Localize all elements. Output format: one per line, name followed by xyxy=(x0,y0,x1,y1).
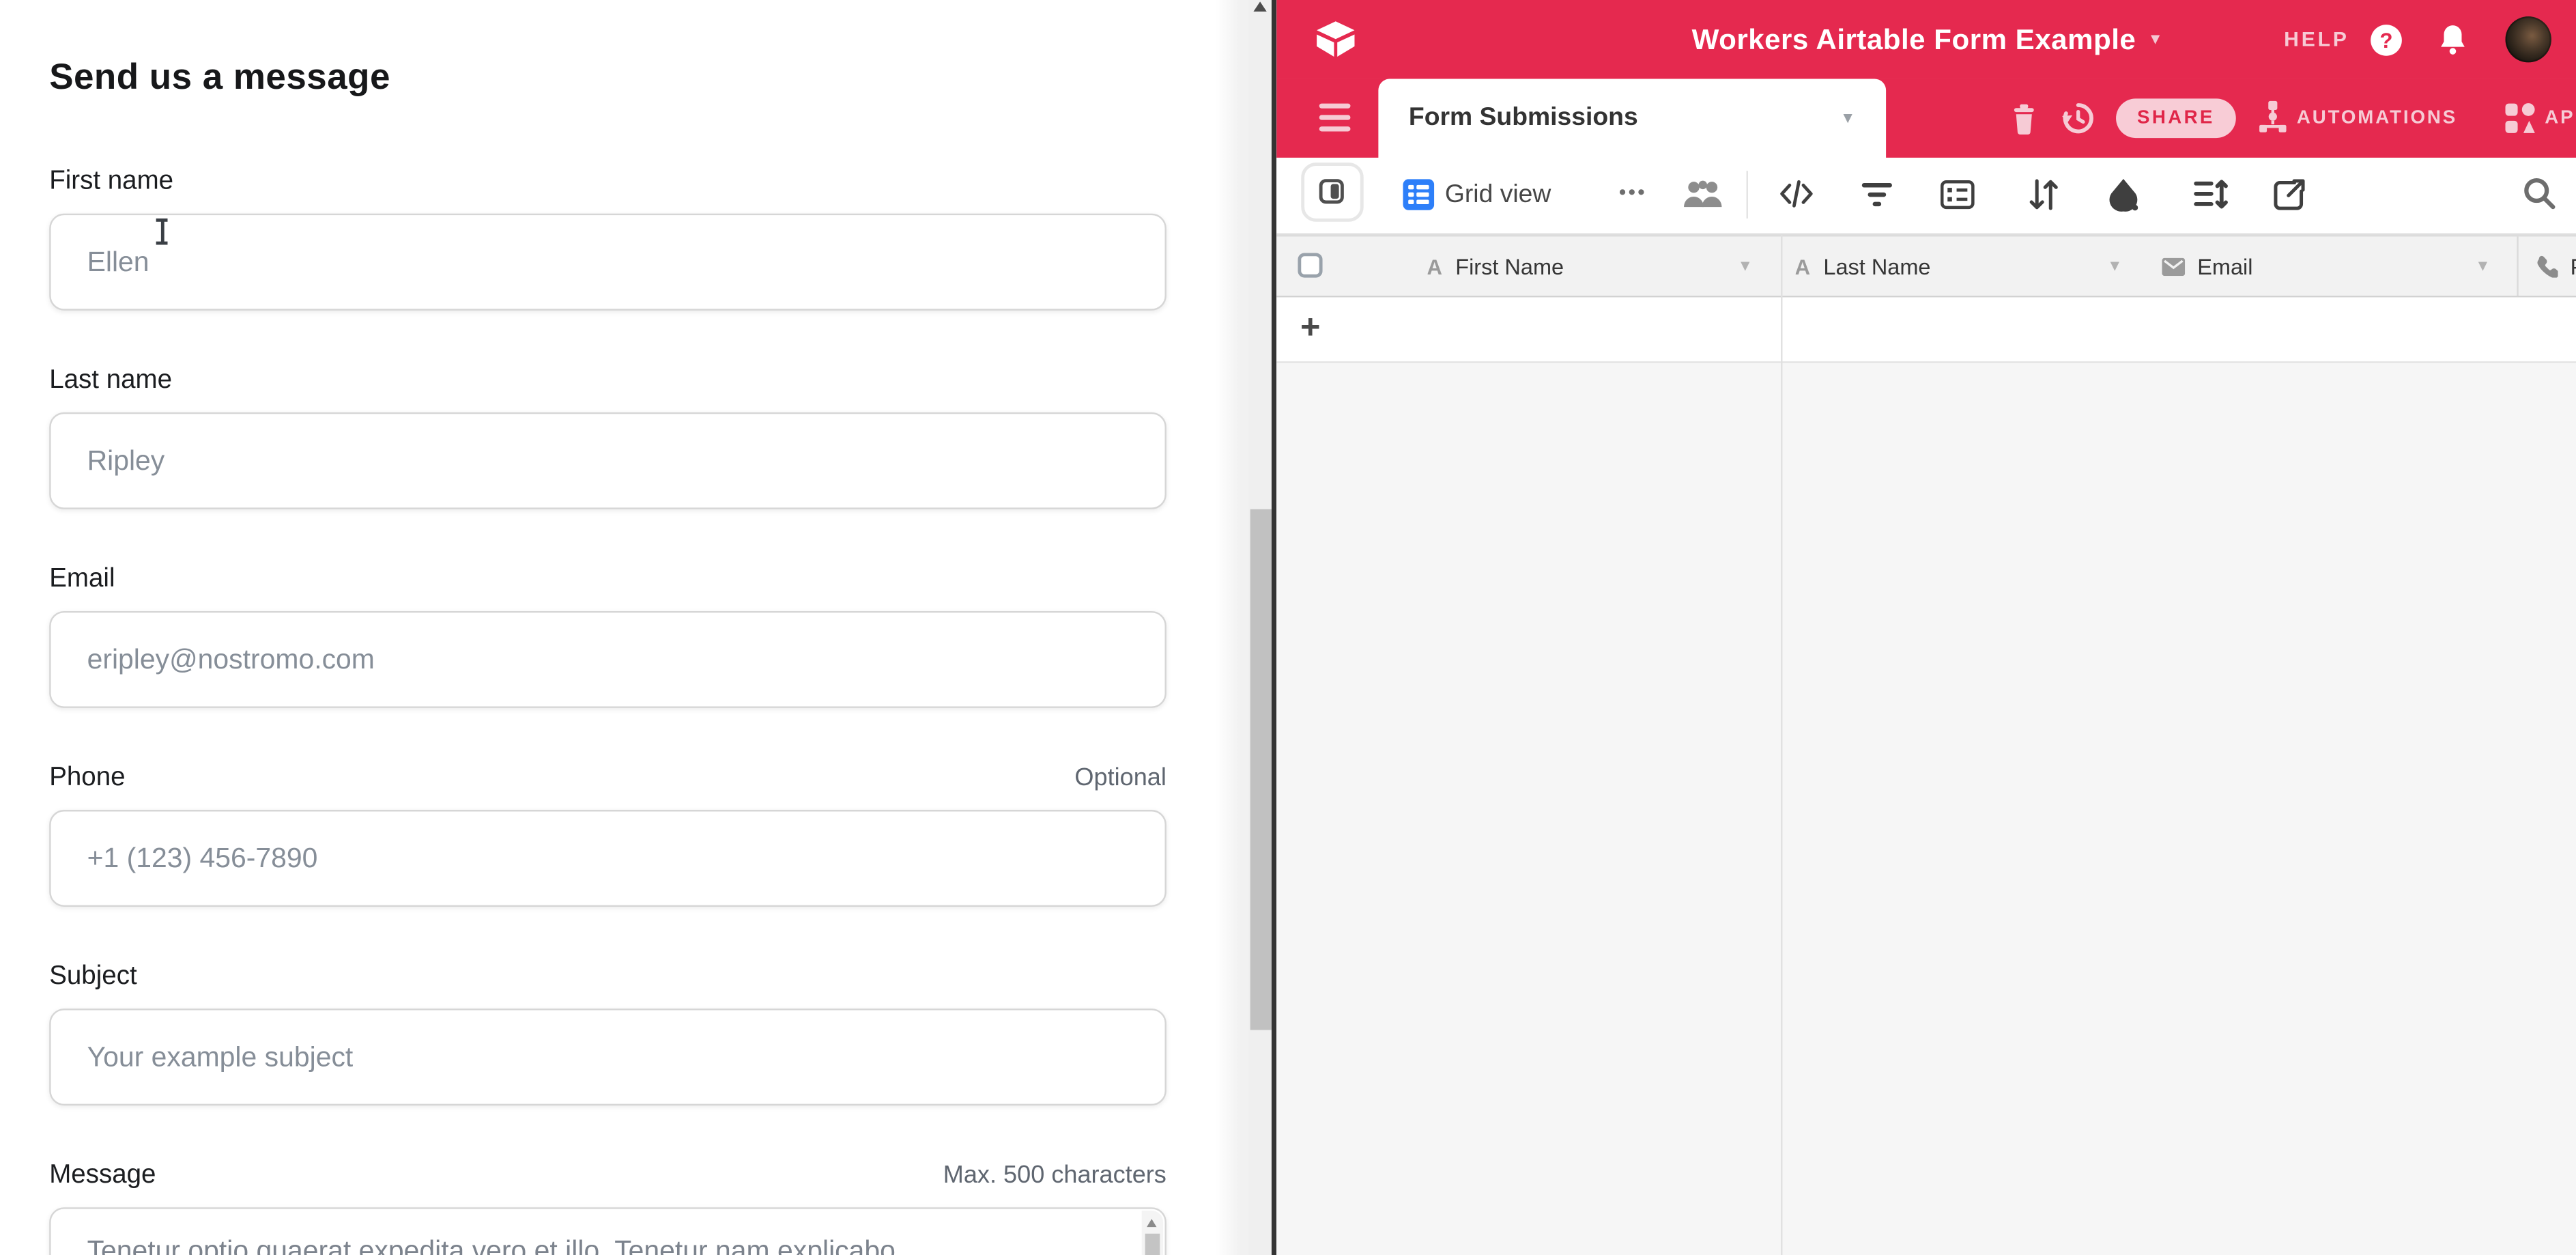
page-scrollbar-thumb[interactable] xyxy=(1249,509,1270,1030)
message-hint: Max. 500 characters xyxy=(943,1161,1167,1189)
message-label: Message xyxy=(49,1161,156,1191)
sort-button[interactable] xyxy=(2022,174,2063,215)
add-record-plus-icon[interactable]: + xyxy=(1300,297,1321,359)
column-header-last-name[interactable]: A Last Name xyxy=(1795,236,2107,296)
trash-icon[interactable] xyxy=(2007,102,2040,135)
apps-button[interactable]: APPS xyxy=(2545,79,2576,157)
screen: Send us a message First name Last name xyxy=(0,0,2576,1255)
last-name-input[interactable] xyxy=(49,412,1167,509)
column-header-phone[interactable]: Phone xyxy=(2534,236,2576,296)
window-divider xyxy=(1271,0,1276,1255)
group-button[interactable] xyxy=(1936,174,1977,215)
toolbar-divider xyxy=(1745,171,1747,218)
color-button[interactable] xyxy=(2102,174,2143,215)
base-title: Workers Airtable Form Example xyxy=(1692,22,2136,57)
email-field-icon xyxy=(2161,257,2184,275)
view-options-ellipsis-icon[interactable]: ••• xyxy=(1619,158,1647,228)
grid-empty-area xyxy=(1276,363,2576,1255)
view-toolbar: Grid view ••• xyxy=(1276,158,2576,234)
text-field-icon: A xyxy=(1795,254,1811,279)
user-avatar[interactable] xyxy=(2506,16,2551,62)
table-tabs-bar: Form Submissions ▾ SHARE xyxy=(1276,79,2576,157)
phone-label: Phone xyxy=(49,764,125,793)
primary-column-divider xyxy=(1780,235,1781,1255)
view-sidebar-toggle-button[interactable] xyxy=(1300,163,1362,222)
table-tab-caret-icon[interactable]: ▾ xyxy=(1843,110,1852,128)
phone-hint: Optional xyxy=(1074,764,1166,792)
text-field-icon: A xyxy=(1427,254,1442,279)
column-caret-icon[interactable]: ▾ xyxy=(2478,258,2487,276)
help-question-icon[interactable]: ? xyxy=(2371,24,2402,55)
first-name-label: First name xyxy=(49,167,173,197)
notifications-bell-icon[interactable] xyxy=(2438,23,2467,56)
column-header-first-name[interactable]: A First Name xyxy=(1427,236,1775,296)
table-tab-form-submissions[interactable]: Form Submissions ▾ xyxy=(1377,79,1885,157)
share-view-button[interactable] xyxy=(2268,174,2309,215)
view-name-button[interactable]: Grid view xyxy=(1445,158,1551,231)
share-button[interactable]: SHARE xyxy=(2116,98,2236,138)
column-caret-icon[interactable]: ▾ xyxy=(2110,258,2119,276)
select-all-checkbox[interactable] xyxy=(1297,253,1321,277)
field-email: Email xyxy=(49,565,1167,708)
phone-field-icon xyxy=(2534,255,2558,278)
table-tab-label: Form Submissions xyxy=(1409,79,1638,157)
contact-form-pane: Send us a message First name Last name xyxy=(0,0,1216,1255)
page-scroll-up-arrow-icon[interactable] xyxy=(1253,1,1266,11)
text-cursor-icon xyxy=(154,218,169,246)
email-input[interactable] xyxy=(49,611,1167,708)
message-textarea[interactable] xyxy=(49,1207,1167,1255)
automations-button[interactable]: AUTOMATIONS xyxy=(2297,79,2457,157)
grid-view-icon xyxy=(1402,178,1433,210)
textarea-scrollbar-thumb[interactable] xyxy=(1145,1234,1160,1255)
apps-icon[interactable] xyxy=(2504,102,2536,135)
search-icon[interactable] xyxy=(2519,174,2559,214)
history-icon[interactable] xyxy=(2062,102,2095,135)
airtable-logo-icon[interactable] xyxy=(1313,18,1356,61)
scroll-up-arrow-icon[interactable] xyxy=(1147,1219,1156,1227)
airtable-window: Workers Airtable Form Example ▾ HELP ? F… xyxy=(1276,0,2576,1255)
field-phone: Phone Optional xyxy=(49,764,1167,907)
last-name-label: Last name xyxy=(49,366,172,395)
form-heading: Send us a message xyxy=(49,56,1167,99)
textarea-scrollbar[interactable] xyxy=(1142,1211,1163,1255)
automations-icon[interactable] xyxy=(2256,100,2289,133)
sidebar-panel-icon xyxy=(1319,179,1343,203)
help-button[interactable]: HELP xyxy=(2284,28,2349,51)
field-message: Message Max. 500 characters xyxy=(49,1161,1167,1255)
grid-column-headers: A First Name ▾ A Last Name ▾ Email ▾ xyxy=(1276,235,2576,297)
base-title-caret-icon: ▾ xyxy=(2151,31,2160,48)
base-title-menu[interactable]: Workers Airtable Form Example ▾ xyxy=(1692,0,2160,79)
first-name-input[interactable] xyxy=(49,214,1167,311)
field-last-name: Last name xyxy=(49,366,1167,509)
field-first-name: First name xyxy=(49,167,1167,310)
subject-label: Subject xyxy=(49,963,137,992)
add-record-row[interactable]: + xyxy=(1276,297,2576,363)
column-caret-icon[interactable]: ▾ xyxy=(1741,258,1749,276)
filter-button[interactable] xyxy=(1856,174,1897,215)
field-subject: Subject xyxy=(49,963,1167,1105)
phone-input[interactable] xyxy=(49,810,1167,907)
row-height-button[interactable] xyxy=(2189,174,2230,215)
subject-input[interactable] xyxy=(49,1009,1167,1105)
email-label: Email xyxy=(49,565,115,595)
column-header-email[interactable]: Email xyxy=(2161,236,2473,296)
sidebar-menu-icon[interactable] xyxy=(1319,104,1350,132)
airtable-top-bar: Workers Airtable Form Example ▾ HELP ? xyxy=(1276,0,2576,79)
collaborators-icon[interactable] xyxy=(1681,179,1722,208)
hide-fields-button[interactable] xyxy=(1775,174,1816,215)
